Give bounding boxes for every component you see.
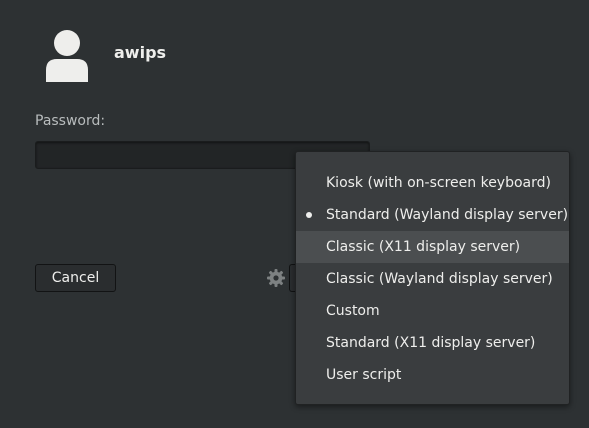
cancel-button[interactable]: Cancel [35,264,116,292]
session-item-label: Custom [326,303,380,319]
session-item-label: Kiosk (with on-screen keyboard) [326,175,551,191]
session-item-label: Classic (X11 display server) [326,239,521,255]
selected-bullet-icon [306,212,312,218]
password-label: Password: [35,113,106,129]
session-item-kiosk[interactable]: Kiosk (with on-screen keyboard) [296,167,569,199]
session-item-classic-wayland[interactable]: Classic (Wayland display server) [296,263,569,295]
session-item-classic-x11[interactable]: Classic (X11 display server) [296,231,569,263]
session-item-label: Standard (Wayland display server) [326,207,569,223]
session-item-standard-x11[interactable]: Standard (X11 display server) [296,327,569,359]
session-item-label: Classic (Wayland display server) [326,271,553,287]
session-item-standard-wayland[interactable]: Standard (Wayland display server) [296,199,569,231]
session-item-user-script[interactable]: User script [296,359,569,391]
session-item-label: User script [326,367,402,383]
username: awips [114,43,167,62]
gear-icon[interactable] [266,268,286,288]
user-avatar-icon [44,28,90,84]
session-item-label: Standard (X11 display server) [326,335,536,351]
session-menu: Kiosk (with on-screen keyboard) Standard… [295,151,570,405]
session-item-custom[interactable]: Custom [296,295,569,327]
